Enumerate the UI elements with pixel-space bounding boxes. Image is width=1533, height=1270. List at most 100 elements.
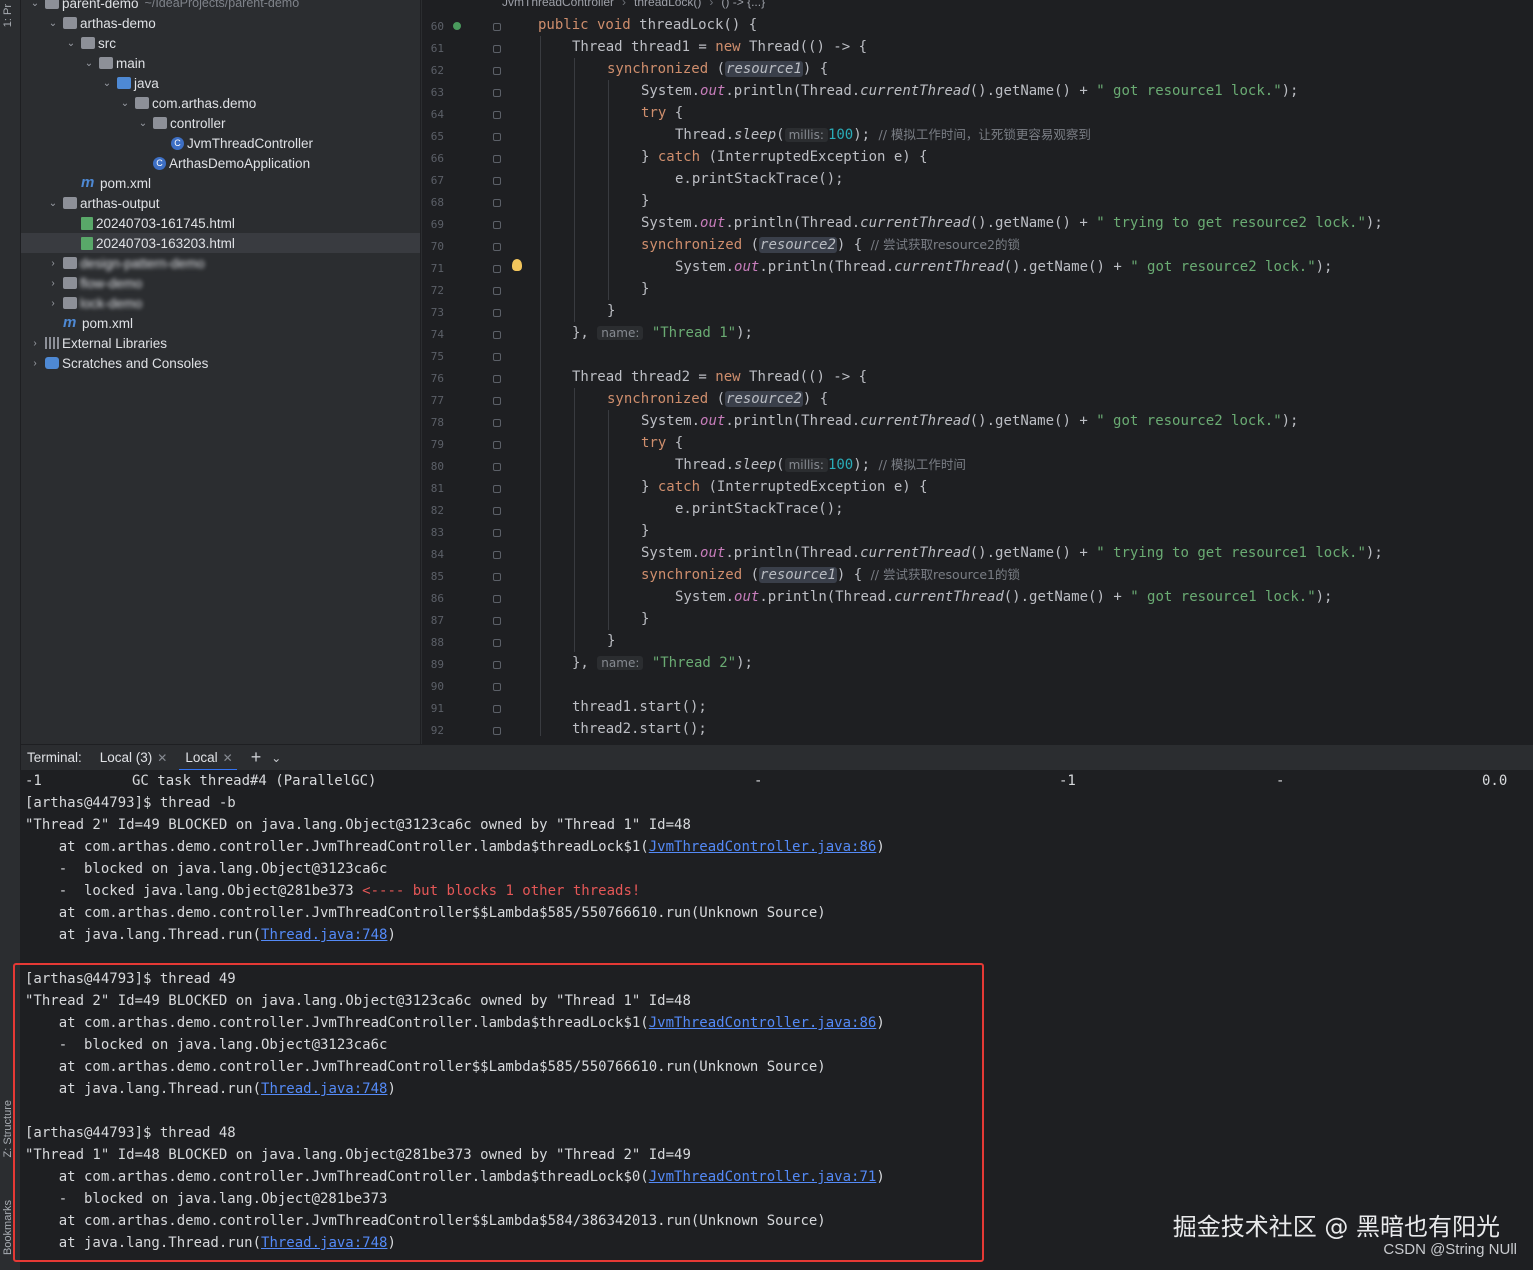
fold-marker-icon[interactable] <box>493 309 501 317</box>
chevron-down-icon[interactable]: ⌄ <box>101 78 113 89</box>
fold-marker-icon[interactable] <box>493 353 501 361</box>
run-gutter-icon[interactable] <box>451 20 463 32</box>
fold-marker-icon[interactable] <box>493 221 501 229</box>
line-number: 90 <box>430 680 444 693</box>
chevron-down-icon[interactable]: ⌄ <box>119 98 131 109</box>
chevron-down-icon[interactable]: ⌄ <box>137 118 149 129</box>
fold-marker-icon[interactable] <box>493 89 501 97</box>
tree-item[interactable]: ⌄ parent-demo ~/IdeaProjects/parent-demo <box>21 0 420 13</box>
chevron-down-icon[interactable]: ⌄ <box>47 198 59 209</box>
fold-marker-icon[interactable] <box>493 111 501 119</box>
tree-item[interactable]: C JvmThreadController <box>21 133 420 153</box>
code-line-77: synchronized (resource2) { <box>607 391 829 407</box>
tree-item[interactable]: ⌄ main <box>21 53 420 73</box>
fold-marker-icon[interactable] <box>493 45 501 53</box>
terminal-line: - blocked on java.lang.Object@3123ca6c <box>25 861 388 877</box>
tree-item[interactable]: ⌄ arthas-output <box>21 193 420 213</box>
chevron-right-icon[interactable]: › <box>29 358 41 369</box>
pkg-icon <box>153 117 167 129</box>
fold-marker-icon[interactable] <box>493 375 501 383</box>
fold-marker-icon[interactable] <box>493 67 501 75</box>
fold-marker-icon[interactable] <box>493 573 501 581</box>
terminal-label: Terminal: <box>27 750 82 765</box>
breadcrumb: JvmThreadController › threadLock() › () ->… <box>502 0 765 11</box>
code-line-63: System.out.println(Thread.currentThread(… <box>641 83 1299 99</box>
fold-marker-icon[interactable] <box>493 243 501 251</box>
lightbulb-icon[interactable] <box>512 259 522 271</box>
source-link[interactable]: JvmThreadController.java:86 <box>649 839 877 855</box>
fold-marker-icon[interactable] <box>493 265 501 273</box>
tree-item[interactable]: › lock-demo <box>21 293 420 313</box>
terminal-line: at com.arthas.demo.controller.JvmThreadC… <box>25 839 885 855</box>
fold-marker-icon[interactable] <box>493 177 501 185</box>
folder-icon <box>45 0 59 9</box>
new-terminal-plus-icon[interactable]: + <box>251 747 262 768</box>
chevron-right-icon[interactable]: › <box>47 278 59 289</box>
close-icon[interactable]: ✕ <box>157 751 167 765</box>
tree-item[interactable]: 20240703-163203.html <box>21 233 420 253</box>
project-path: ~/IdeaProjects/parent-demo <box>144 0 300 10</box>
tree-item[interactable]: › Scratches and Consoles <box>21 353 420 373</box>
tree-item-label: arthas-output <box>80 195 160 211</box>
fold-marker-icon[interactable] <box>493 551 501 559</box>
tree-item[interactable]: ⌄ controller <box>21 113 420 133</box>
source-link[interactable]: Thread.java:748 <box>261 927 387 943</box>
line-number: 80 <box>430 460 444 473</box>
fold-marker-icon[interactable] <box>493 661 501 669</box>
fold-marker-icon[interactable] <box>493 683 501 691</box>
chevron-down-icon[interactable]: ⌄ <box>271 751 281 765</box>
fold-marker-icon[interactable] <box>493 639 501 647</box>
code-line-89: }, name: "Thread 2"); <box>572 655 753 671</box>
fold-marker-icon[interactable] <box>493 727 501 735</box>
fold-marker-icon[interactable] <box>493 507 501 515</box>
tree-item[interactable]: 20240703-161745.html <box>21 213 420 233</box>
terminal-tab-local-3[interactable]: Local (3) ✕ <box>100 745 168 771</box>
chevron-right-icon[interactable]: › <box>29 338 41 349</box>
tree-item[interactable]: ⌄ src <box>21 33 420 53</box>
tree-item[interactable]: m pom.xml <box>21 313 420 333</box>
chevron-down-icon[interactable]: ⌄ <box>29 0 41 9</box>
tree-item[interactable]: ⌄ java <box>21 73 420 93</box>
close-icon[interactable]: ✕ <box>223 751 233 765</box>
code-editor[interactable]: JvmThreadController › threadLock() › () ->… <box>422 0 1533 744</box>
tree-item[interactable]: › External Libraries <box>21 333 420 353</box>
chevron-down-icon[interactable]: ⌄ <box>65 38 77 49</box>
fold-marker-icon[interactable] <box>493 397 501 405</box>
fold-marker-icon[interactable] <box>493 441 501 449</box>
fold-marker-icon[interactable] <box>493 199 501 207</box>
tree-item[interactable]: › design-pattern-demo <box>21 253 420 273</box>
pkg-icon <box>135 97 149 109</box>
maven-icon: m <box>63 314 77 331</box>
fold-marker-icon[interactable] <box>493 331 501 339</box>
tree-item[interactable]: ⌄ com.arthas.demo <box>21 93 420 113</box>
tree-item[interactable]: › flow-demo <box>21 273 420 293</box>
fold-marker-icon[interactable] <box>493 463 501 471</box>
terminal-tab-local[interactable]: Local ✕ <box>179 745 238 771</box>
fold-marker-icon[interactable] <box>493 705 501 713</box>
fold-marker-icon[interactable] <box>493 155 501 163</box>
chevron-right-icon[interactable]: › <box>47 298 59 309</box>
fold-marker-icon[interactable] <box>493 287 501 295</box>
fold-marker-icon[interactable] <box>493 485 501 493</box>
chevron-down-icon[interactable]: ⌄ <box>47 18 59 29</box>
tree-item-label: pom.xml <box>82 315 134 331</box>
fold-marker-icon[interactable] <box>493 133 501 141</box>
fold-marker-icon[interactable] <box>493 617 501 625</box>
breadcrumb-item[interactable]: threadLock() <box>634 0 701 11</box>
fold-marker-icon[interactable] <box>493 419 501 427</box>
fold-marker-icon[interactable] <box>493 595 501 603</box>
code-line-68: } <box>641 193 650 209</box>
tree-item[interactable]: m pom.xml <box>21 173 420 193</box>
breadcrumb-item[interactable]: JvmThreadController <box>502 0 614 11</box>
chevron-down-icon[interactable]: ⌄ <box>83 58 95 69</box>
tree-item[interactable]: ⌄ arthas-demo <box>21 13 420 33</box>
project-tool-tab[interactable]: 1: Pr <box>2 4 14 27</box>
tree-item-label: JvmThreadController <box>187 135 314 151</box>
folder-icon <box>63 277 77 289</box>
tree-item[interactable]: C ArthasDemoApplication <box>21 153 420 173</box>
chevron-right-icon[interactable]: › <box>47 258 59 269</box>
breadcrumb-item[interactable]: () -> {...} <box>721 0 765 11</box>
fold-marker-icon[interactable] <box>493 23 501 31</box>
tree-item-label: java <box>134 75 159 91</box>
fold-marker-icon[interactable] <box>493 529 501 537</box>
